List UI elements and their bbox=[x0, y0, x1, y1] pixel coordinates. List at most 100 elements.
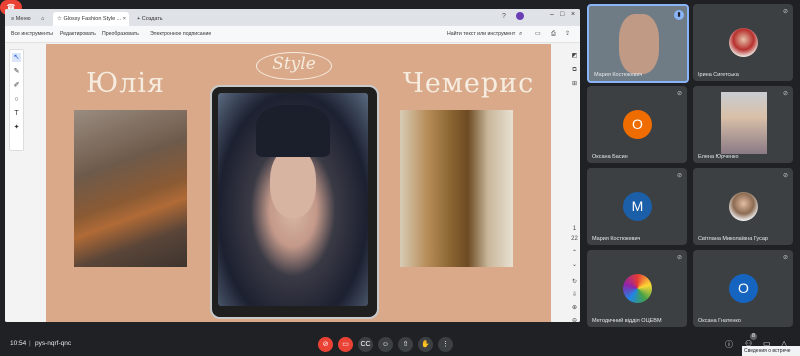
zoom-in-icon[interactable]: ⊕ bbox=[570, 304, 579, 313]
shape-icon[interactable]: ○ bbox=[12, 95, 21, 104]
tote-bag-photo bbox=[400, 110, 513, 267]
mic-off-icon: ⊘ bbox=[782, 91, 788, 97]
tab-menu-label: Меню bbox=[15, 16, 31, 22]
meeting-time: 10:54 bbox=[10, 340, 27, 347]
search-icon[interactable]: ⌕ bbox=[519, 26, 522, 42]
camera-toggle-button[interactable]: ▭ bbox=[338, 337, 353, 352]
select-icon[interactable]: ↖ bbox=[12, 53, 21, 62]
menu-icon: ≡ bbox=[11, 16, 15, 22]
tab-new-label: + Создать bbox=[137, 16, 163, 22]
maximize-icon[interactable]: □ bbox=[560, 11, 564, 18]
meeting-code: pys-nqrf-qnc bbox=[35, 340, 72, 347]
more-icon: ⋮ bbox=[442, 341, 449, 348]
bookmark-icon[interactable]: ⧉ bbox=[570, 66, 579, 75]
window-close-icon[interactable]: × bbox=[571, 11, 575, 18]
page-number: 1 bbox=[572, 226, 577, 232]
browser-tab-bar: ≡ Меню ⌂ ☆ Glossy Fashion Style ... × + … bbox=[5, 9, 580, 26]
participant-name: Методичний відділ ОЦЕВМ bbox=[592, 318, 662, 324]
camera-off-icon: ▭ bbox=[342, 341, 349, 348]
draw-icon[interactable]: ✐ bbox=[12, 81, 21, 90]
participant-tile[interactable]: ⊘ O Оксана Гнатенко bbox=[693, 250, 793, 327]
convert-button[interactable]: Преобразовать bbox=[102, 26, 139, 42]
present-icon: ⇧ bbox=[402, 341, 409, 348]
document-toolbar: Все инструменты Редактировать Преобразов… bbox=[5, 26, 580, 43]
avatar bbox=[623, 274, 652, 303]
participant-tile[interactable]: ⊘ Світлана Миколаївна Гусар bbox=[693, 168, 793, 245]
print-icon[interactable]: ⎙ bbox=[551, 26, 556, 42]
hand-icon: ✋ bbox=[421, 341, 430, 348]
info-icon[interactable]: ⓘ bbox=[725, 339, 733, 350]
right-tool-panel: ◩ ⧉ ⊞ 1 22 ⌃ ⌄ ↻ ⇩ ⊕ ⊖ bbox=[568, 49, 580, 322]
mic-off-icon: ⊘ bbox=[676, 173, 682, 179]
text-icon[interactable]: T bbox=[12, 109, 21, 118]
mic-off-icon: ⊘ bbox=[322, 341, 329, 348]
participant-tile[interactable]: ⊘ M Мария Костюкевич bbox=[587, 168, 687, 245]
mic-off-icon: ⊘ bbox=[782, 255, 788, 261]
slide-name-right: Чемерис bbox=[403, 68, 535, 99]
star-icon: ☆ bbox=[57, 16, 62, 22]
edit-button[interactable]: Редактировать bbox=[60, 26, 96, 42]
left-tool-panel: ↖ ✎ ✐ ○ T ✦ bbox=[9, 49, 24, 151]
sign-button[interactable]: Электронное подписание bbox=[150, 26, 211, 42]
participant-name: Оксана Гнатенко bbox=[698, 318, 741, 324]
attachment-icon[interactable]: ⊞ bbox=[570, 80, 579, 89]
captions-button[interactable]: CC bbox=[358, 337, 373, 352]
tab-menu[interactable]: ≡ Меню bbox=[7, 12, 35, 26]
help-icon[interactable]: ? bbox=[502, 13, 506, 20]
meeting-separator: | bbox=[29, 340, 31, 347]
avatar: O bbox=[729, 274, 758, 303]
zoom-out-icon[interactable]: ⊖ bbox=[570, 317, 579, 322]
handbags-photo bbox=[74, 110, 187, 267]
minimize-icon[interactable]: – bbox=[550, 11, 554, 18]
close-icon[interactable]: × bbox=[123, 16, 126, 22]
download-icon[interactable]: ⇩ bbox=[570, 291, 579, 300]
participant-tile[interactable]: ⊘ O Оксана Басин bbox=[587, 86, 687, 163]
mic-off-icon: ⊘ bbox=[676, 255, 682, 261]
participant-tile[interactable]: ⊘ Ірина Сигетська bbox=[693, 4, 793, 81]
comment-icon[interactable]: ✎ bbox=[12, 67, 21, 76]
speaking-icon: ▮ bbox=[674, 10, 684, 20]
avatar: O bbox=[623, 110, 652, 139]
avatar bbox=[729, 28, 758, 57]
all-tools-button[interactable]: Все инструменты bbox=[11, 26, 53, 42]
raise-hand-button[interactable]: ✋ bbox=[418, 337, 433, 352]
tab-home[interactable]: ⌂ bbox=[37, 12, 51, 26]
participant-video bbox=[619, 14, 659, 74]
slide-name-left: Юлія bbox=[86, 68, 166, 99]
participant-name: Мария Костюкевич bbox=[592, 236, 641, 242]
page-total: 22 bbox=[571, 236, 578, 242]
portrait-photo bbox=[218, 93, 368, 306]
participant-video bbox=[721, 92, 767, 154]
reactions-button[interactable]: ☺ bbox=[378, 337, 393, 352]
scroll-down-icon[interactable]: ⌄ bbox=[570, 261, 579, 270]
face-shape bbox=[270, 148, 316, 218]
meeting-info-tooltip: Сведения о встрече bbox=[742, 346, 800, 356]
stamp-icon[interactable]: ✦ bbox=[12, 123, 21, 132]
share-icon[interactable]: ⇪ bbox=[565, 26, 570, 42]
mic-off-icon: ⊘ bbox=[676, 91, 682, 97]
tab-document[interactable]: ☆ Glossy Fashion Style ... × bbox=[53, 12, 129, 26]
present-button[interactable]: ⇧ bbox=[398, 337, 413, 352]
avatar bbox=[729, 192, 758, 221]
mic-toggle-button[interactable]: ⊘ bbox=[318, 337, 333, 352]
mic-off-icon: ⊘ bbox=[782, 9, 788, 15]
save-icon[interactable]: ▭ bbox=[535, 26, 541, 42]
comment-panel-icon[interactable]: ◩ bbox=[570, 52, 579, 61]
participant-tile[interactable]: ⊘ Елена Юрченко bbox=[693, 86, 793, 163]
participant-tile[interactable]: ▮ Мария Костюкевич bbox=[587, 4, 689, 83]
more-options-button[interactable]: ⋮ bbox=[438, 337, 453, 352]
account-icon[interactable] bbox=[516, 12, 524, 20]
rotate-icon[interactable]: ↻ bbox=[570, 278, 579, 287]
emoji-icon: ☺ bbox=[381, 341, 390, 348]
tab-new[interactable]: + Создать bbox=[133, 12, 173, 26]
participant-name: Ірина Сигетська bbox=[698, 72, 739, 78]
captions-icon: CC bbox=[360, 341, 371, 348]
scroll-up-icon[interactable]: ⌃ bbox=[570, 249, 579, 258]
participant-name: Мария Костюкевич bbox=[594, 72, 643, 78]
find-tool-input[interactable]: Найти текст или инструмент bbox=[447, 26, 515, 42]
participant-name: Світлана Миколаївна Гусар bbox=[698, 236, 768, 242]
hair-shape bbox=[256, 105, 330, 157]
avatar: M bbox=[623, 192, 652, 221]
home-icon: ⌂ bbox=[41, 16, 45, 22]
participant-tile[interactable]: ⊘ Методичний відділ ОЦЕВМ bbox=[587, 250, 687, 327]
